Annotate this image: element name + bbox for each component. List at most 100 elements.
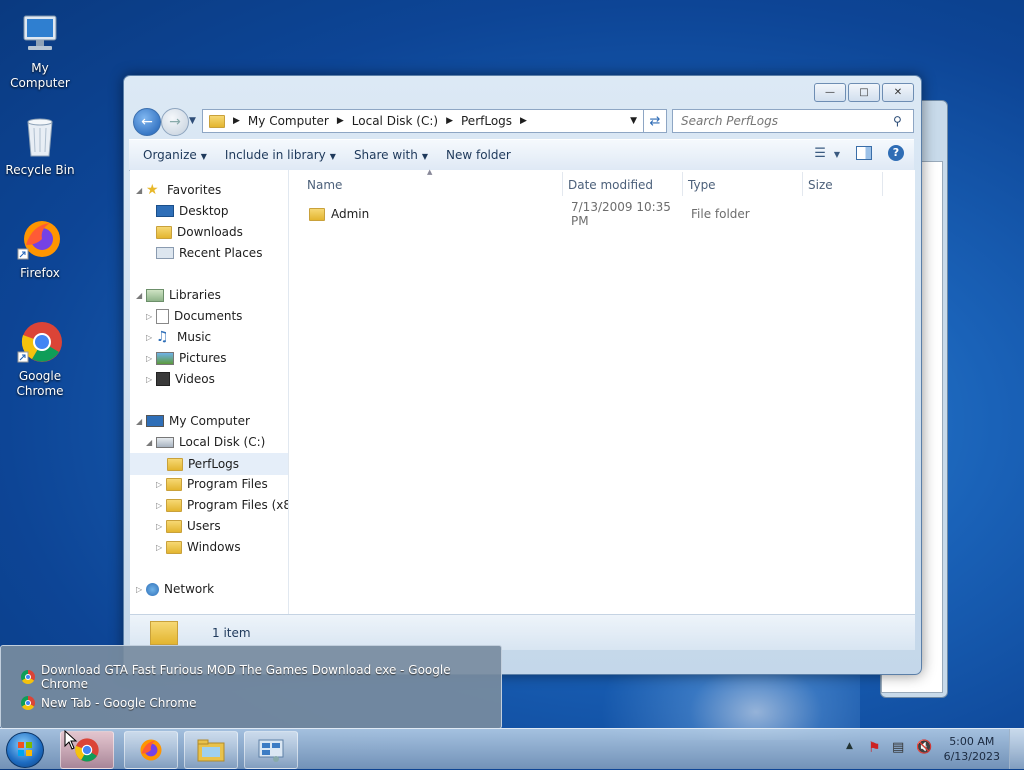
volume-muted-icon[interactable]: 🔇	[916, 740, 932, 755]
collapsed-arrow-icon[interactable]: ▷	[146, 312, 156, 321]
new-folder-button[interactable]: New folder	[446, 148, 511, 162]
back-arrow-icon: ←	[141, 114, 153, 130]
breadcrumb-separator-icon[interactable]: ▶	[446, 116, 453, 126]
back-button[interactable]: ←	[133, 108, 161, 136]
nav-libraries[interactable]: ◢ Libraries	[136, 285, 221, 305]
address-dropdown-icon[interactable]: ▼	[630, 116, 637, 126]
desktop-icon-recycle-bin[interactable]: Recycle Bin	[0, 112, 80, 178]
control-panel-icon	[258, 739, 284, 762]
nav-music[interactable]: ▷ ♫ Music	[146, 327, 211, 347]
nav-windows[interactable]: ▷ Windows	[156, 537, 241, 557]
file-date-modified: 7/13/2009 10:35 PM	[571, 200, 671, 228]
breadcrumb-perflogs[interactable]: PerfLogs	[461, 114, 512, 128]
desktop-icon-label: My Computer	[10, 61, 70, 90]
column-divider[interactable]	[802, 172, 803, 196]
taskbar-explorer-button[interactable]	[184, 731, 238, 769]
action-center-flag-icon[interactable]: ⚑	[868, 740, 881, 756]
forward-button[interactable]: →	[161, 108, 189, 136]
computer-icon	[146, 415, 164, 427]
nav-downloads[interactable]: Downloads	[156, 222, 243, 242]
collapsed-arrow-icon[interactable]: ▷	[156, 543, 166, 552]
network-status-icon[interactable]: ▤	[892, 740, 904, 755]
nav-program-files-x86[interactable]: ▷ Program Files (x86	[156, 495, 288, 515]
file-row[interactable]: Admin 7/13/2009 10:35 PM File folder	[289, 200, 889, 228]
collapsed-arrow-icon[interactable]: ▷	[146, 375, 156, 384]
column-header-name[interactable]: Name ▲	[307, 168, 562, 196]
address-bar[interactable]: ▶ My Computer ▶ Local Disk (C:) ▶ PerfLo…	[202, 109, 644, 133]
show-hidden-icons-button[interactable]: ▲	[846, 741, 853, 751]
nav-videos[interactable]: ▷ Videos	[146, 369, 215, 389]
windows-logo-icon	[18, 742, 32, 756]
folder-icon	[166, 477, 182, 491]
share-with-menu[interactable]: Share with ▼	[354, 148, 428, 162]
taskbar-control-panel-button[interactable]	[244, 731, 298, 769]
expanded-arrow-icon[interactable]: ◢	[136, 291, 146, 300]
start-button[interactable]	[6, 732, 44, 768]
maximize-button[interactable]: □	[848, 83, 880, 102]
nav-network[interactable]: ▷ Network	[136, 579, 214, 599]
desktop-icon-firefox[interactable]: Firefox	[0, 215, 80, 281]
nav-local-disk[interactable]: ◢ Local Disk (C:)	[146, 432, 265, 452]
show-desktop-button[interactable]	[1009, 729, 1024, 769]
nav-my-computer[interactable]: ◢ My Computer	[136, 411, 250, 431]
expanded-arrow-icon[interactable]: ◢	[136, 186, 146, 195]
refresh-button[interactable]: ⇄	[643, 109, 667, 133]
column-divider[interactable]	[562, 172, 563, 196]
recent-pages-dropdown[interactable]: ▼	[189, 116, 196, 126]
file-explorer-icon	[197, 739, 225, 762]
breadcrumb-separator-icon[interactable]: ▶	[233, 116, 240, 126]
expanded-arrow-icon[interactable]: ◢	[136, 417, 146, 426]
system-clock[interactable]: 5:00 AM 6/13/2023	[944, 734, 1000, 764]
folder-icon	[166, 498, 182, 512]
column-header-size[interactable]: Size	[808, 174, 882, 196]
chevron-down-icon: ▼	[329, 152, 336, 161]
explorer-window[interactable]: — □ ✕ ← → ▼ ▶ My Computer ▶ Local Disk (…	[123, 75, 922, 675]
window-list-item[interactable]: New Tab - Google Chrome	[21, 696, 196, 710]
collapsed-arrow-icon[interactable]: ▷	[156, 480, 166, 489]
folder-icon	[166, 519, 182, 533]
breadcrumb-local-disk[interactable]: Local Disk (C:)	[352, 114, 438, 128]
desktop-icon-google-chrome[interactable]: Google Chrome	[0, 318, 80, 399]
downloads-folder-icon	[156, 225, 172, 239]
collapsed-arrow-icon[interactable]: ▷	[146, 354, 156, 363]
organize-menu[interactable]: Organize ▼	[143, 148, 207, 162]
search-box[interactable]: ⚲	[672, 109, 914, 133]
search-input[interactable]	[679, 113, 893, 129]
nav-recent-places[interactable]: Recent Places	[156, 243, 262, 263]
folder-icon	[167, 457, 183, 471]
window-list-item[interactable]: Download GTA Fast Furious MOD The Games …	[21, 663, 501, 691]
help-button[interactable]: ?	[888, 145, 904, 161]
music-icon: ♫	[156, 329, 169, 345]
folder-icon	[166, 540, 182, 554]
navigation-pane[interactable]: ◢ ★ Favorites Desktop Downloads Recent Pla…	[130, 170, 289, 614]
collapsed-arrow-icon[interactable]: ▷	[156, 501, 166, 510]
nav-program-files[interactable]: ▷ Program Files	[156, 474, 268, 494]
close-button[interactable]: ✕	[882, 83, 914, 102]
collapsed-arrow-icon[interactable]: ▷	[136, 585, 146, 594]
nav-favorites[interactable]: ◢ ★ Favorites	[136, 180, 221, 200]
preview-pane-button[interactable]	[856, 146, 872, 160]
breadcrumb-my-computer[interactable]: My Computer	[248, 114, 329, 128]
breadcrumb-separator-icon[interactable]: ▶	[520, 116, 527, 126]
column-divider[interactable]	[682, 172, 683, 196]
nav-documents[interactable]: ▷ Documents	[146, 306, 242, 326]
search-icon[interactable]: ⚲	[893, 114, 902, 128]
minimize-button[interactable]: —	[814, 83, 846, 102]
desktop-icon-my-computer[interactable]: My Computer	[0, 10, 80, 91]
view-options-button[interactable]: ☰ ▼	[814, 146, 840, 161]
include-in-library-menu[interactable]: Include in library ▼	[225, 148, 336, 162]
nav-perflogs[interactable]: PerfLogs	[130, 453, 288, 475]
nav-users[interactable]: ▷ Users	[156, 516, 221, 536]
breadcrumb-separator-icon[interactable]: ▶	[337, 116, 344, 126]
collapsed-arrow-icon[interactable]: ▷	[156, 522, 166, 531]
collapsed-arrow-icon[interactable]: ▷	[146, 333, 156, 342]
command-bar: Organize ▼ Include in library ▼ Share with…	[129, 139, 914, 171]
column-header-type[interactable]: Type	[688, 174, 802, 196]
file-list[interactable]: Name ▲ Date modified Type Size Admin 7/13…	[289, 168, 915, 614]
nav-desktop[interactable]: Desktop	[156, 201, 229, 221]
taskbar-firefox-button[interactable]	[124, 731, 178, 769]
expanded-arrow-icon[interactable]: ◢	[146, 438, 156, 447]
column-divider[interactable]	[882, 172, 883, 196]
column-header-date-modified[interactable]: Date modified	[568, 174, 682, 196]
nav-pictures[interactable]: ▷ Pictures	[146, 348, 227, 368]
